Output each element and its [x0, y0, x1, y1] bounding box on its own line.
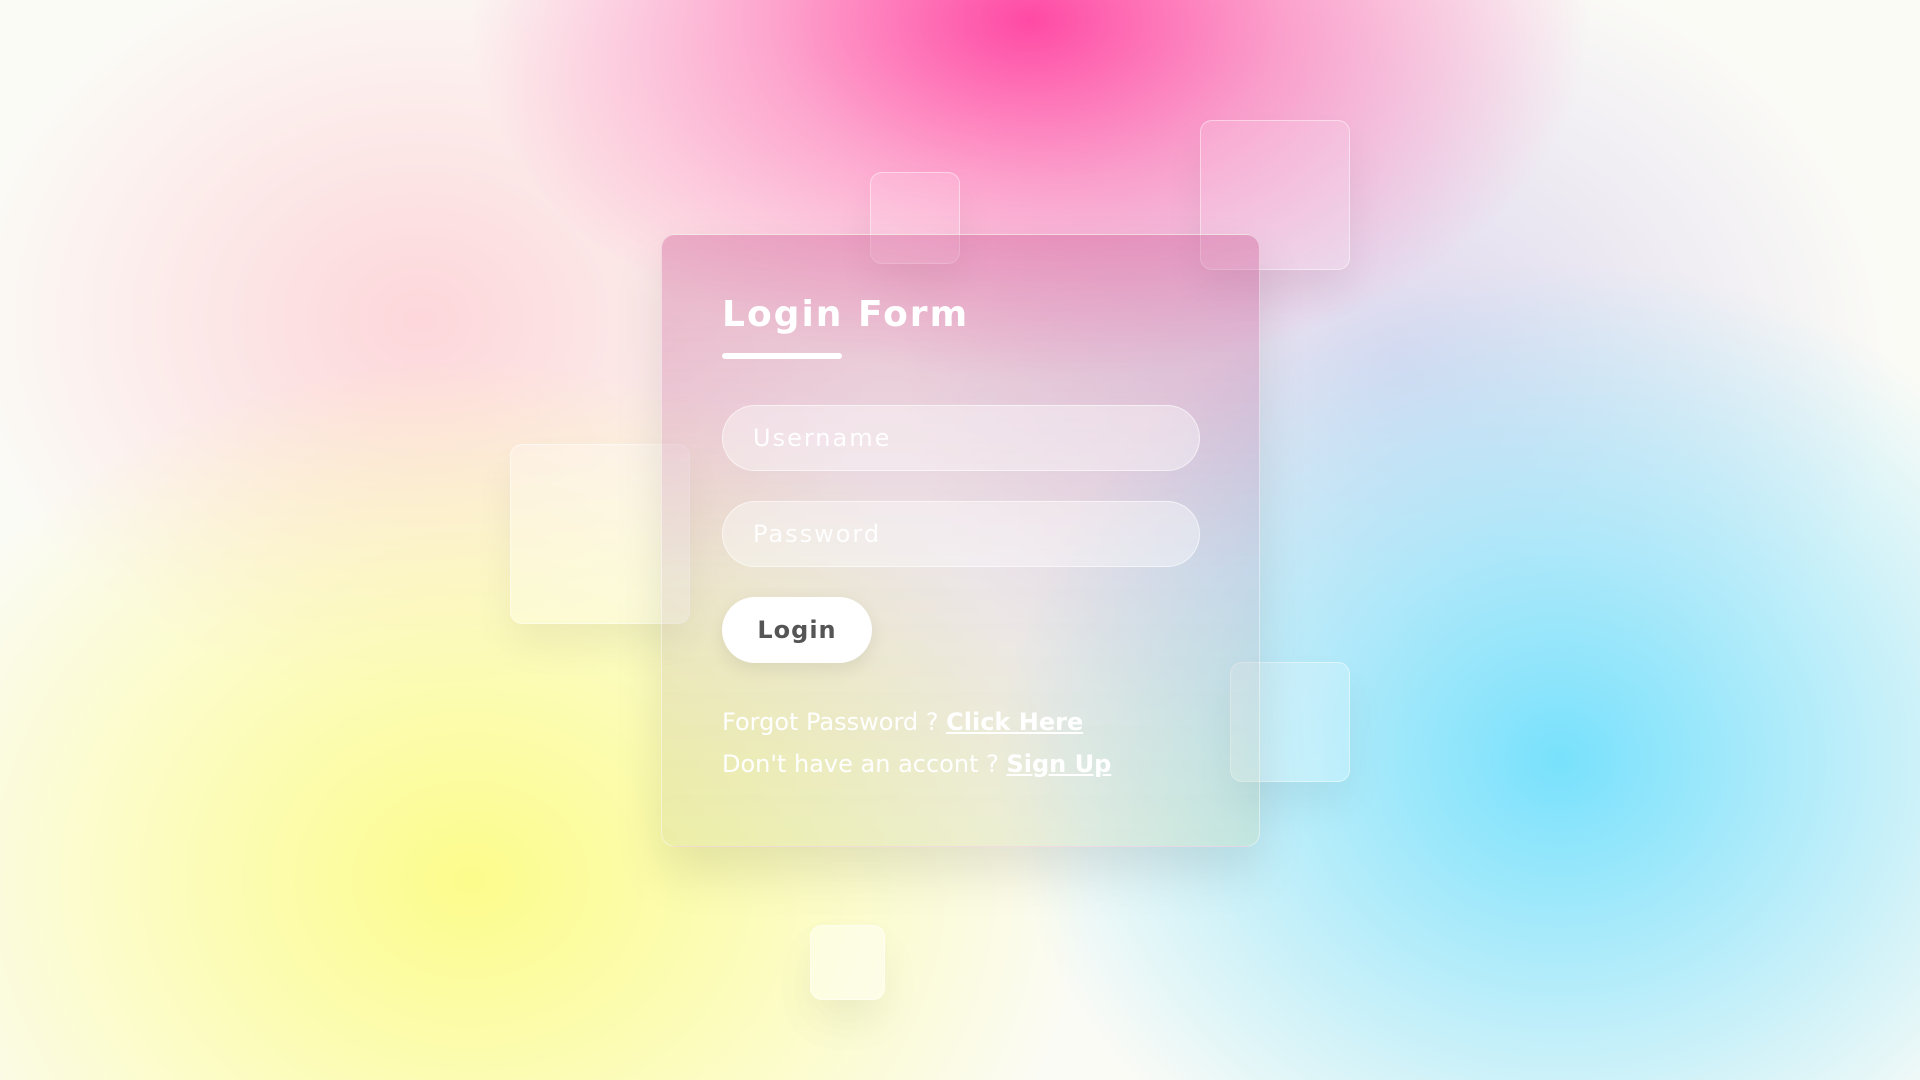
signup-line: Don't have an accont ? Sign Up — [722, 743, 1199, 785]
forgot-password-link[interactable]: Click Here — [946, 708, 1083, 736]
title-underline — [722, 353, 842, 359]
login-card: Login Form Login Forgot Password ? Click… — [661, 234, 1260, 847]
username-input[interactable] — [722, 405, 1200, 471]
decorative-square — [810, 925, 885, 1000]
signup-text: Don't have an accont ? — [722, 750, 1007, 778]
form-title: Login Form — [722, 294, 970, 335]
login-button[interactable]: Login — [722, 597, 872, 663]
forgot-password-text: Forgot Password ? — [722, 708, 947, 736]
signup-link[interactable]: Sign Up — [1006, 750, 1111, 778]
forgot-password-line: Forgot Password ? Click Here — [722, 701, 1199, 743]
help-links: Forgot Password ? Click Here Don't have … — [722, 701, 1199, 785]
password-input[interactable] — [722, 501, 1200, 567]
